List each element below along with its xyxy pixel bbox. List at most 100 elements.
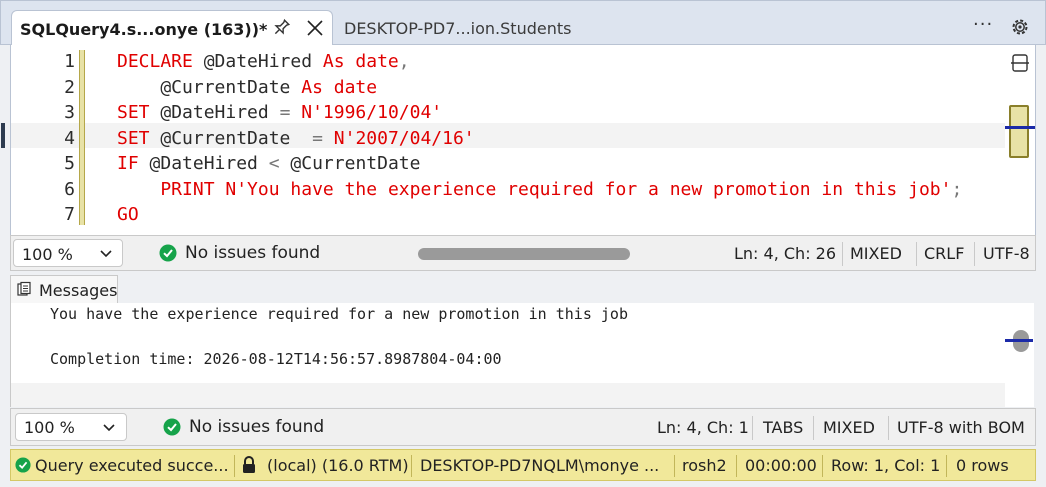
editor-whitespace-mode[interactable]: MIXED bbox=[850, 244, 902, 263]
code-token: DECLARE bbox=[117, 51, 193, 72]
code-line[interactable]: GO bbox=[117, 202, 962, 228]
line-number: 4 bbox=[64, 127, 75, 149]
messages-cursor-position[interactable]: Ln: 4, Ch: 1 bbox=[657, 418, 749, 437]
code-token: @DateHired bbox=[192, 51, 323, 72]
code-lines[interactable]: DECLARE @DateHired As date, @CurrentDate… bbox=[117, 49, 962, 228]
messages-indent-mode[interactable]: TABS bbox=[763, 418, 803, 437]
messages-encoding[interactable]: UTF-8 with BOM bbox=[897, 418, 1025, 437]
more-options-icon[interactable]: ··· bbox=[973, 14, 993, 35]
tab-title: SQLQuery4.s...onye (163))* bbox=[20, 20, 268, 39]
code-token: N'1996/10/04' bbox=[301, 102, 443, 123]
code-token: IF bbox=[117, 153, 139, 174]
code-token: @DateHired bbox=[138, 153, 269, 174]
divider bbox=[946, 455, 947, 477]
code-token: @CurrentDate bbox=[149, 127, 313, 149]
editor-cursor-position[interactable]: Ln: 4, Ch: 26 bbox=[734, 244, 836, 263]
divider bbox=[234, 455, 235, 477]
code-token: SET bbox=[117, 102, 150, 123]
code-token: @CurrentDate bbox=[290, 153, 421, 174]
message-output-line: You have the experience required for a n… bbox=[50, 305, 628, 323]
code-line[interactable]: PRINT N'You have the experience required… bbox=[117, 177, 962, 203]
code-editor[interactable]: 1 2 3 4 5 6 7 DECLARE @DateHired As date, @Cur… bbox=[1, 45, 1036, 235]
code-token: @CurrentDate bbox=[117, 76, 302, 98]
zoom-value: 100 % bbox=[22, 245, 73, 264]
code-token: SET bbox=[117, 127, 150, 149]
line-number: 5 bbox=[64, 153, 75, 174]
current-line-marker bbox=[1, 123, 5, 148]
editor-status-bar: 100 % No issues found Ln: 4, Ch: 26 MIXE… bbox=[10, 235, 1036, 271]
elapsed-time: 00:00:00 bbox=[745, 456, 817, 475]
code-line[interactable]: SET @DateHired = N'1996/10/04' bbox=[117, 100, 962, 126]
line-number: 7 bbox=[64, 204, 75, 225]
line-number-gutter: 1 2 3 4 5 6 7 bbox=[31, 49, 75, 228]
divider bbox=[411, 455, 412, 477]
messages-issues-status[interactable]: No issues found bbox=[189, 417, 324, 437]
messages-panel[interactable]: You have the experience required for a n… bbox=[10, 303, 1034, 407]
editor-horizontal-scrollbar[interactable] bbox=[418, 248, 630, 260]
divider bbox=[674, 455, 675, 477]
code-line[interactable]: @CurrentDate As date bbox=[117, 75, 962, 101]
code-token: N'2007/04/16' bbox=[333, 127, 475, 149]
messages-zoom-select[interactable]: 100 % bbox=[15, 413, 127, 441]
split-editor-icon[interactable] bbox=[1009, 52, 1031, 74]
divider bbox=[888, 416, 889, 440]
editor-scrollbar-thumb[interactable] bbox=[1009, 105, 1029, 158]
query-state: Query executed succe... bbox=[35, 456, 229, 475]
code-line[interactable]: DECLARE @DateHired As date, bbox=[117, 49, 962, 75]
code-token: = bbox=[279, 102, 302, 123]
divider bbox=[752, 416, 753, 440]
zoom-value: 100 % bbox=[24, 418, 75, 437]
code-token: N'You have the experience required for a… bbox=[214, 178, 952, 200]
divider bbox=[813, 416, 814, 440]
code-token: As date bbox=[322, 51, 399, 72]
editor-line-ending[interactable]: CRLF bbox=[924, 244, 964, 263]
code-token: As date bbox=[301, 76, 378, 98]
pin-icon[interactable] bbox=[270, 17, 292, 39]
chevron-down-icon bbox=[100, 250, 112, 258]
divider bbox=[916, 242, 917, 266]
check-circle-icon bbox=[159, 244, 177, 262]
code-token: , bbox=[398, 51, 410, 72]
tab-students[interactable]: DESKTOP-PD7...ion.Students bbox=[344, 19, 571, 38]
line-number: 6 bbox=[64, 178, 75, 200]
divider bbox=[974, 242, 975, 266]
tab-messages[interactable]: Messages bbox=[10, 275, 118, 303]
messages-horizontal-scroll-area[interactable] bbox=[11, 383, 1005, 407]
divider bbox=[822, 455, 823, 477]
code-token: PRINT bbox=[117, 178, 215, 200]
scrollbar-cursor-mark bbox=[1005, 126, 1035, 129]
lock-icon bbox=[243, 456, 255, 473]
code-token: @DateHired bbox=[149, 102, 280, 123]
code-line[interactable]: SET @CurrentDate = N'2007/04/16' bbox=[117, 126, 962, 152]
line-number: 3 bbox=[64, 102, 75, 123]
row-col-position: Row: 1, Col: 1 bbox=[831, 456, 941, 475]
connection-user: DESKTOP-PD7NQLM\monye ... bbox=[420, 456, 660, 475]
database-name: rosh2 bbox=[682, 456, 727, 475]
messages-icon bbox=[17, 281, 31, 296]
close-icon[interactable] bbox=[304, 17, 326, 39]
check-circle-icon bbox=[163, 418, 181, 436]
check-circle-icon bbox=[15, 457, 31, 473]
code-token: GO bbox=[117, 204, 139, 225]
editor-issues-status[interactable]: No issues found bbox=[185, 243, 320, 263]
divider bbox=[736, 455, 737, 477]
completion-time-line: Completion time: 2026-08-12T14:56:57.898… bbox=[50, 350, 502, 368]
document-tab-strip: SQLQuery4.s...onye (163))* DESKTOP-PD7..… bbox=[0, 0, 1046, 47]
gear-icon[interactable] bbox=[1009, 16, 1031, 38]
editor-zoom-select[interactable]: 100 % bbox=[13, 239, 123, 267]
line-number: 1 bbox=[64, 51, 75, 72]
messages-status-bar: 100 % No issues found Ln: 4, Ch: 1 TABS … bbox=[10, 408, 1036, 446]
query-status-bar: Query executed succe... (local) (16.0 RT… bbox=[10, 449, 1036, 481]
tab-sqlquery4[interactable]: SQLQuery4.s...onye (163))* bbox=[11, 10, 333, 47]
server-name: (local) (16.0 RTM) bbox=[267, 456, 409, 475]
line-number: 2 bbox=[64, 76, 75, 98]
code-token: = bbox=[312, 127, 334, 149]
code-token: < bbox=[268, 153, 291, 174]
scrollbar-cursor-mark bbox=[1005, 339, 1033, 342]
editor-encoding[interactable]: UTF-8 bbox=[983, 244, 1030, 263]
chevron-down-icon bbox=[103, 424, 115, 432]
messages-whitespace-mode[interactable]: MIXED bbox=[823, 418, 875, 437]
row-count: 0 rows bbox=[956, 456, 1009, 475]
code-line[interactable]: IF @DateHired < @CurrentDate bbox=[117, 151, 962, 177]
messages-tab-label: Messages bbox=[39, 281, 118, 300]
